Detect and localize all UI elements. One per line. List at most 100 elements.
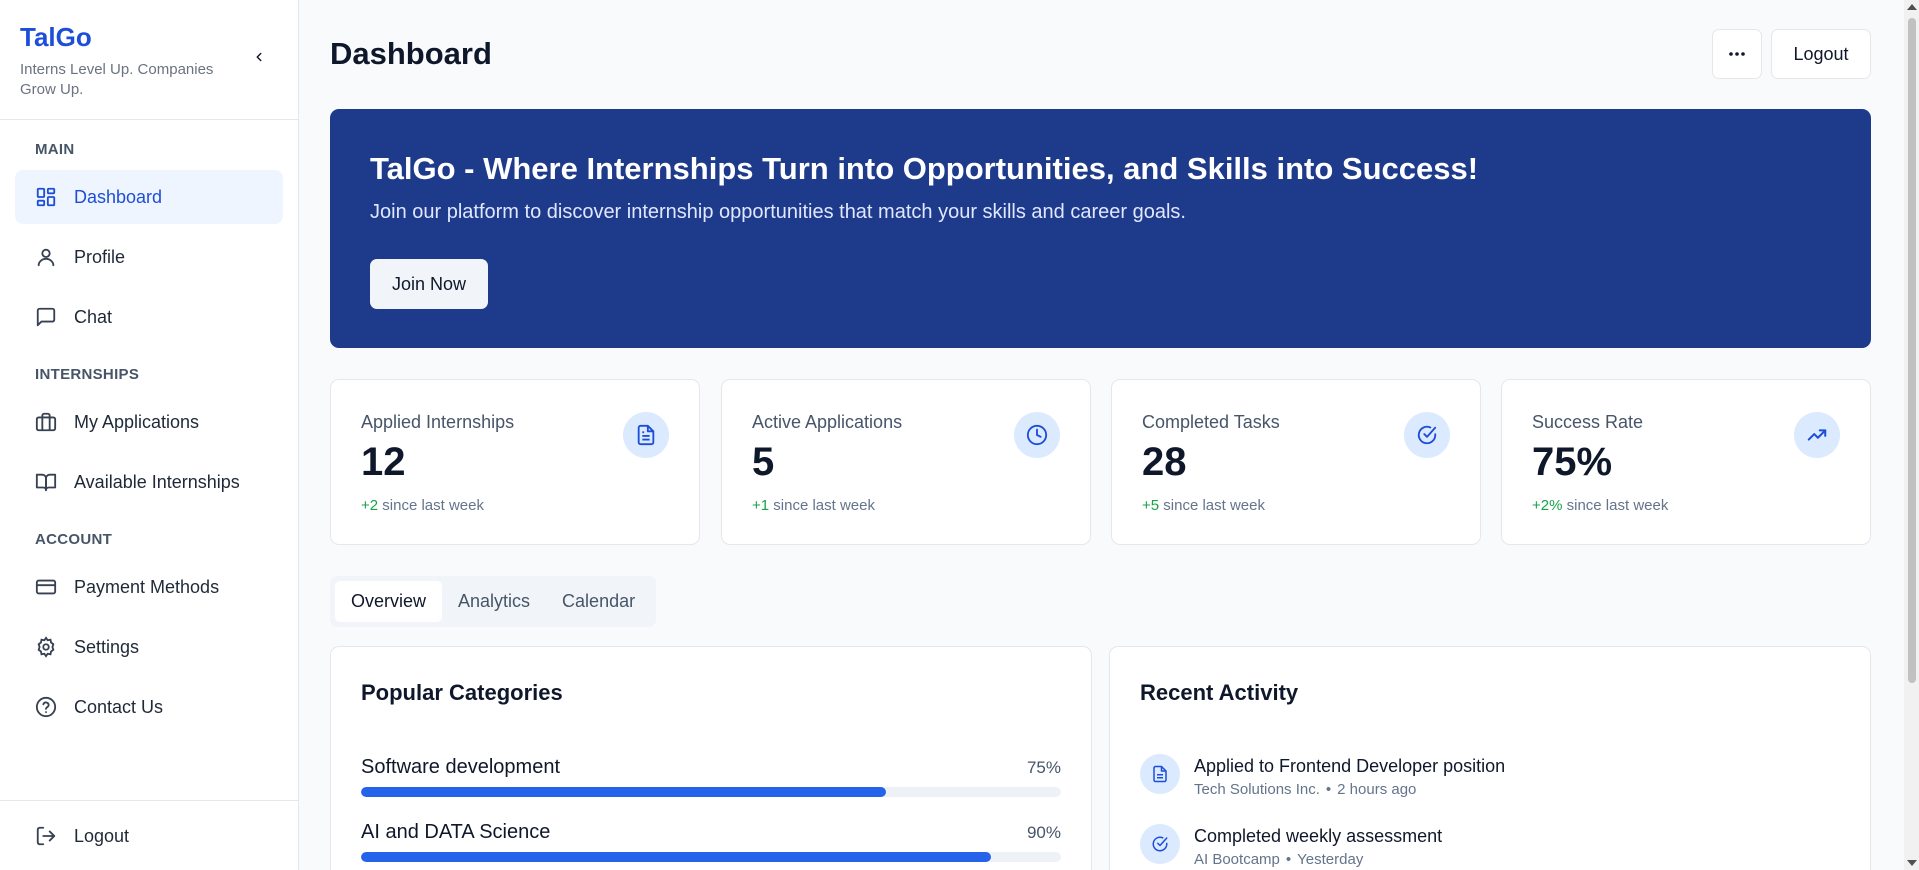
- sidebar-item-label: Logout: [74, 825, 130, 846]
- briefcase-icon: [34, 410, 58, 434]
- activity-time: 2 hours ago: [1337, 781, 1417, 798]
- stat-suffix: since last week: [1159, 497, 1265, 514]
- category-name: AI and DATA Science: [361, 821, 551, 843]
- sidebar-item-chat[interactable]: Chat: [15, 290, 283, 344]
- stat-change: +2 since last week: [361, 497, 669, 514]
- section-label-account: ACCOUNT: [35, 531, 113, 548]
- progress-bar-fill: [361, 852, 991, 862]
- sidebar-item-payment-methods[interactable]: Payment Methods: [15, 560, 283, 614]
- credit-card-icon: [34, 575, 58, 599]
- chat-icon: [34, 305, 58, 329]
- hero-banner: TalGo - Where Internships Turn into Oppo…: [330, 109, 1871, 348]
- recent-activity-card: Recent Activity Applied to Frontend Deve…: [1109, 646, 1871, 870]
- stat-delta: +1: [752, 497, 770, 514]
- popular-categories-card: Popular Categories Software development …: [330, 646, 1092, 870]
- stat-card-completed: Completed Tasks 28 +5 since last week: [1111, 379, 1481, 545]
- category-percent: 75%: [1026, 758, 1061, 777]
- stat-suffix: since last week: [1562, 497, 1669, 514]
- stat-delta: +2: [361, 497, 379, 514]
- sidebar-item-dashboard[interactable]: Dashboard: [15, 170, 283, 224]
- stat-suffix: since last week: [769, 497, 875, 514]
- sidebar-item-label: Payment Methods: [74, 576, 220, 597]
- stat-value: 12: [361, 440, 406, 484]
- stat-change: +2% since last week: [1532, 497, 1840, 514]
- more-horizontal-icon: [1729, 52, 1745, 56]
- sidebar-item-available-internships[interactable]: Available Internships: [15, 455, 283, 509]
- stat-change: +5 since last week: [1142, 497, 1450, 514]
- scroll-down-arrow[interactable]: [1907, 860, 1917, 866]
- page-scrollbar[interactable]: [1904, 0, 1919, 870]
- progress-bar: [361, 852, 1061, 862]
- stat-card-success-rate: Success Rate 75% +2% since last week: [1501, 379, 1871, 545]
- stat-value: 5: [752, 440, 775, 484]
- more-options-button[interactable]: [1712, 29, 1762, 79]
- sidebar-item-my-applications[interactable]: My Applications: [15, 395, 283, 449]
- dashboard-icon: [34, 185, 58, 209]
- check-circle-icon: [1404, 412, 1450, 458]
- category-row: Software development 75%: [361, 756, 1061, 797]
- sidebar: TalGo Interns Level Up. Companies Grow U…: [0, 0, 299, 870]
- stat-suffix: since last week: [378, 497, 484, 514]
- sidebar-item-label: Chat: [74, 306, 113, 327]
- sidebar-logout-button[interactable]: Logout: [15, 809, 283, 863]
- stat-delta: +5: [1142, 497, 1160, 514]
- sidebar-item-settings[interactable]: Settings: [15, 620, 283, 674]
- activity-meta: AI Bootcamp • Yesterday: [1194, 851, 1364, 868]
- clock-icon: [1014, 412, 1060, 458]
- category-percent: 90%: [1026, 823, 1061, 842]
- user-icon: [34, 245, 58, 269]
- logout-button[interactable]: Logout: [1771, 29, 1871, 79]
- tab-overview[interactable]: Overview: [335, 581, 443, 622]
- activity-meta: Tech Solutions Inc. • 2 hours ago: [1194, 781, 1417, 798]
- gear-icon: [34, 635, 58, 659]
- book-open-icon: [34, 470, 58, 494]
- collapse-sidebar-button[interactable]: [248, 46, 270, 68]
- sidebar-item-label: Profile: [74, 246, 126, 267]
- category-name: Software development: [361, 756, 561, 778]
- stat-card-active: Active Applications 5 +1 since last week: [721, 379, 1091, 545]
- sidebar-item-label: Available Internships: [74, 471, 240, 492]
- join-now-button[interactable]: Join Now: [370, 259, 488, 309]
- stat-change: +1 since last week: [752, 497, 1060, 514]
- activity-title: Applied to Frontend Developer position: [1194, 756, 1506, 776]
- activity-org: Tech Solutions Inc.: [1194, 781, 1320, 798]
- section-label-internships: INTERNSHIPS: [35, 366, 140, 383]
- activity-org: AI Bootcamp: [1194, 851, 1280, 868]
- scroll-up-arrow[interactable]: [1907, 4, 1917, 10]
- tab-analytics[interactable]: Analytics: [442, 581, 546, 622]
- tab-calendar[interactable]: Calendar: [546, 581, 651, 622]
- activity-title: Completed weekly assessment: [1194, 826, 1443, 846]
- hero-title: TalGo - Where Internships Turn into Oppo…: [370, 151, 1479, 186]
- brand-logo[interactable]: TalGo: [20, 22, 278, 52]
- section-label-main: MAIN: [35, 141, 75, 158]
- stat-delta: +2%: [1532, 497, 1563, 514]
- stat-card-applied: Applied Internships 12 +2 since last wee…: [330, 379, 700, 545]
- category-row: AI and DATA Science 90%: [361, 821, 1061, 862]
- trending-up-icon: [1794, 412, 1840, 458]
- activity-time: Yesterday: [1297, 851, 1364, 868]
- brand-block: TalGo Interns Level Up. Companies Grow U…: [0, 0, 298, 120]
- panel-title: Popular Categories: [361, 680, 563, 705]
- sidebar-item-label: My Applications: [74, 411, 200, 432]
- main-content: Dashboard Logout TalGo - Where Internshi…: [300, 0, 1900, 870]
- page-title: Dashboard: [330, 36, 492, 71]
- brand-tagline: Interns Level Up. Companies Grow Up.: [20, 61, 214, 98]
- chevron-left-icon: [256, 52, 262, 62]
- sidebar-item-contact-us[interactable]: Contact Us: [15, 680, 283, 734]
- stat-value: 75%: [1532, 440, 1613, 484]
- progress-bar-fill: [361, 787, 886, 797]
- sidebar-footer: Logout: [0, 800, 299, 870]
- activity-item: Applied to Frontend Developer position T…: [1140, 754, 1840, 798]
- sidebar-item-profile[interactable]: Profile: [15, 230, 283, 284]
- sidebar-item-label: Settings: [74, 636, 140, 657]
- scrollbar-thumb[interactable]: [1908, 18, 1916, 683]
- activity-item: Completed weekly assessment AI Bootcamp •…: [1140, 824, 1840, 868]
- panel-title: Recent Activity: [1140, 680, 1299, 705]
- hero-subtitle: Join our platform to discover internship…: [370, 201, 1186, 223]
- sidebar-item-label: Contact Us: [74, 696, 164, 717]
- document-icon: [1140, 754, 1180, 794]
- document-icon: [623, 412, 669, 458]
- progress-bar: [361, 787, 1061, 797]
- log-out-icon: [34, 824, 58, 848]
- sidebar-item-label: Dashboard: [74, 186, 163, 207]
